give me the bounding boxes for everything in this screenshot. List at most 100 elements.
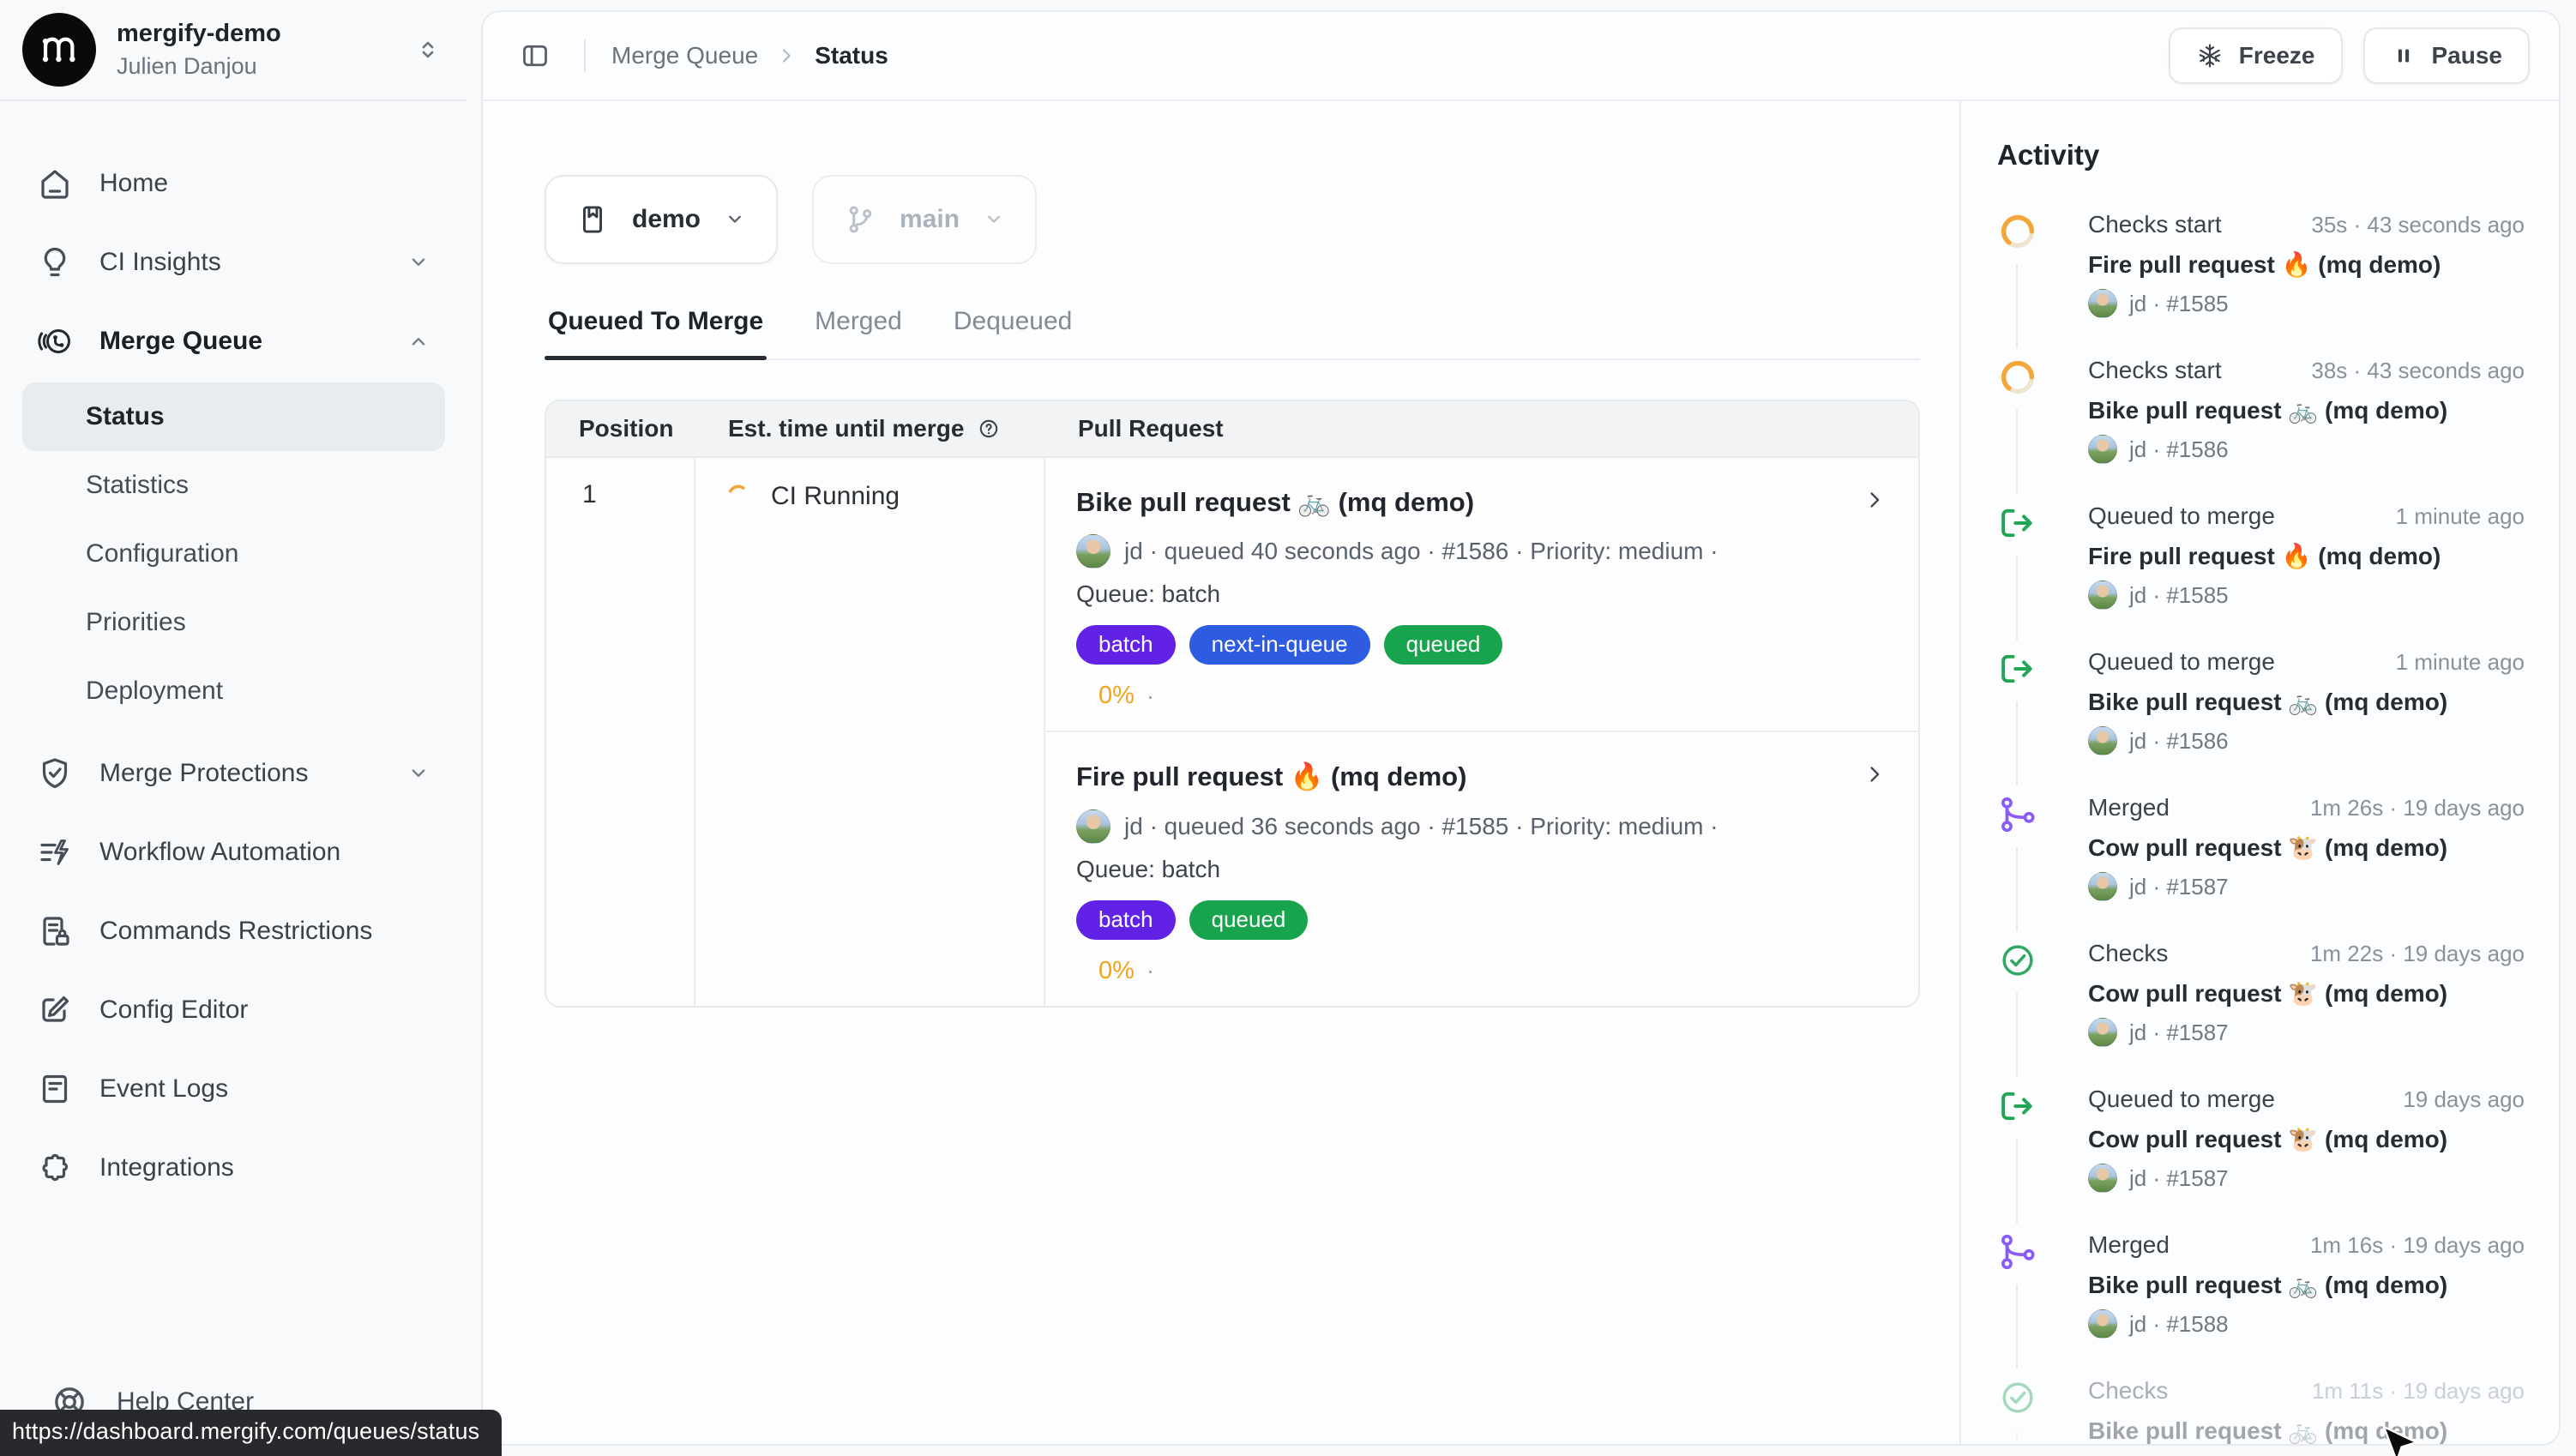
chevrons-up-down-icon — [414, 36, 442, 63]
pull-request-meta: jd · queued 36 seconds ago · #1585 · Pri… — [1124, 813, 1718, 840]
activity-item[interactable]: Queued to merge 1 minute ago Bike pull r… — [1997, 648, 2525, 760]
queued-to-merge-icon — [1997, 502, 2038, 544]
est-time-cell: CI Running — [695, 458, 1045, 1006]
pull-request-title[interactable]: Bike pull request 🚲 (mq demo) — [1076, 484, 1474, 520]
sidebar-item-home[interactable]: Home — [22, 144, 445, 223]
sidebar-item-config-editor[interactable]: Config Editor — [22, 971, 445, 1050]
branch-select[interactable]: main — [812, 175, 1037, 264]
sidebar-item-workflow-automation[interactable]: Workflow Automation — [22, 813, 445, 892]
status-badge: next-in-queue — [1189, 625, 1370, 665]
ci-running-spinner-icon — [723, 480, 754, 511]
branch-select-value: main — [900, 205, 960, 234]
activity-pr-title[interactable]: Bike pull request 🚲 (mq demo) — [2088, 1417, 2525, 1444]
sidebar-item-label: Merge Queue — [99, 327, 262, 356]
progress-separator: · — [1147, 683, 1154, 710]
sidebar-item-commands-restrictions[interactable]: Commands Restrictions — [22, 892, 445, 971]
org-name: mergify-demo — [117, 18, 394, 49]
activity-pr-title[interactable]: Fire pull request 🔥 (mq demo) — [2088, 542, 2525, 570]
tab-dequeued[interactable]: Dequeued — [950, 302, 1075, 358]
activity-pr-title[interactable]: Bike pull request 🚲 (mq demo) — [2088, 1271, 2525, 1299]
activity-pr-title[interactable]: Bike pull request 🚲 (mq demo) — [2088, 688, 2525, 716]
chevron-down-icon — [723, 208, 747, 232]
activity-item[interactable]: Merged 1m 16s · 19 days ago Bike pull re… — [1997, 1231, 2525, 1343]
activity-event-label: Checks start — [2088, 211, 2222, 238]
sidebar-subitem[interactable]: Configuration — [22, 520, 445, 588]
avatar — [2088, 1018, 2117, 1047]
sidebar-toggle-button[interactable] — [512, 33, 558, 79]
timeline-connector — [2016, 847, 2018, 931]
queue-table-header: Position Est. time until merge Pull Requ… — [546, 401, 1918, 458]
link-url-statusbar: https://dashboard.mergify.com/queues/sta… — [0, 1410, 502, 1456]
activity-event-label: Queued to merge — [2088, 1086, 2275, 1113]
activity-item[interactable]: Merged 1m 26s · 19 days ago Cow pull req… — [1997, 794, 2525, 905]
timeline-connector — [2016, 1430, 2018, 1444]
activity-pr-title[interactable]: Cow pull request 🐮 (mq demo) — [2088, 979, 2525, 1008]
avatar — [2088, 289, 2117, 318]
activity-pr-title[interactable]: Cow pull request 🐮 (mq demo) — [2088, 833, 2525, 862]
org-owner: Julien Danjou — [117, 51, 394, 81]
pull-request-title[interactable]: Fire pull request 🔥 (mq demo) — [1076, 758, 1466, 795]
status-badge: queued — [1384, 625, 1503, 665]
sidebar-item-integrations[interactable]: Integrations — [22, 1128, 445, 1207]
sidebar-item-ci-insights[interactable]: CI Insights — [22, 223, 445, 302]
activity-event-icon — [1997, 1377, 2038, 1418]
pull-request-item[interactable]: Fire pull request 🔥 (mq demo) jd · queue… — [1045, 731, 1918, 1005]
freeze-button[interactable]: Freeze — [2169, 27, 2343, 84]
activity-event-icon — [1997, 794, 2038, 835]
chevron-right-icon[interactable] — [1862, 761, 1887, 787]
repository-select[interactable]: demo — [545, 175, 778, 264]
chevron-down-icon — [406, 761, 431, 786]
activity-pr-title[interactable]: Cow pull request 🐮 (mq demo) — [2088, 1125, 2525, 1153]
activity-event-label: Checks — [2088, 940, 2168, 967]
avatar — [1076, 534, 1110, 569]
activity-item[interactable]: Queued to merge 19 days ago Cow pull req… — [1997, 1086, 2525, 1197]
activity-item[interactable]: Checks start 38s · 43 seconds ago Bike p… — [1997, 357, 2525, 468]
repository-select-value: demo — [632, 205, 701, 234]
timeline-connector — [2016, 264, 2018, 348]
activity-pr-title[interactable]: Bike pull request 🚲 (mq demo) — [2088, 396, 2525, 424]
sidebar-nav: Home CI Insights Merge Queue Status — [0, 101, 467, 1207]
activity-timestamp: 38s · 43 seconds ago — [2311, 358, 2525, 384]
breadcrumb-parent[interactable]: Merge Queue — [611, 42, 758, 69]
activity-event-icon — [1997, 502, 2038, 544]
sidebar-subitem[interactable]: Priorities — [22, 588, 445, 657]
activity-item[interactable]: Checks 1m 22s · 19 days ago Cow pull req… — [1997, 940, 2525, 1051]
sidebar-item-merge-queue[interactable]: Merge Queue — [22, 302, 445, 381]
sidebar-subitem-label: Status — [86, 402, 165, 431]
progress-percent: 0% — [1098, 957, 1135, 985]
org-switcher[interactable]: mergify-demo Julien Danjou — [0, 0, 467, 101]
breadcrumb-chevron-icon — [775, 45, 797, 67]
spinner-icon — [1997, 357, 2038, 398]
check-circle-icon — [1997, 1377, 2038, 1418]
sidebar-subitem[interactable]: Statistics — [22, 451, 445, 520]
help-circle-icon[interactable] — [976, 416, 1002, 442]
home-icon — [36, 165, 74, 202]
chevron-right-icon[interactable] — [1862, 487, 1887, 513]
activity-item[interactable]: Checks start 35s · 43 seconds ago Fire p… — [1997, 211, 2525, 322]
progress-separator: · — [1147, 957, 1154, 984]
pull-request-item[interactable]: Bike pull request 🚲 (mq demo) jd · queue… — [1045, 458, 1918, 731]
sidebar-item-event-logs[interactable]: Event Logs — [22, 1050, 445, 1128]
shield-check-icon — [36, 755, 74, 792]
sidebar-item-label: Merge Protections — [99, 759, 308, 788]
sidebar: mergify-demo Julien Danjou Home CI Insig… — [0, 0, 467, 1456]
avatar — [2088, 1309, 2117, 1339]
header: Merge Queue Status Freeze Pause — [483, 12, 2559, 101]
pause-button[interactable]: Pause — [2363, 27, 2531, 84]
avatar — [2088, 872, 2117, 901]
activity-event-icon — [1997, 648, 2038, 689]
sidebar-subitem[interactable]: Deployment — [22, 657, 445, 725]
activity-item[interactable]: Checks 1m 11s · 19 days ago Bike pull re… — [1997, 1377, 2525, 1444]
timeline-connector — [2016, 1285, 2018, 1369]
activity-pr-title[interactable]: Fire pull request 🔥 (mq demo) — [2088, 250, 2525, 279]
tab-merged[interactable]: Merged — [811, 302, 906, 358]
est-time-label: CI Running — [771, 482, 900, 511]
sidebar-subitem[interactable]: Status — [22, 382, 445, 451]
sidebar-item-merge-protections[interactable]: Merge Protections — [22, 734, 445, 813]
tab-queued-to-merge[interactable]: Queued To Merge — [545, 302, 767, 358]
mergify-logo-icon — [22, 13, 96, 87]
lightbulb-icon — [36, 244, 74, 281]
activity-item[interactable]: Queued to merge 1 minute ago Fire pull r… — [1997, 502, 2525, 614]
spinner-icon — [1997, 211, 2038, 252]
sidebar-item-label: Home — [99, 169, 168, 198]
